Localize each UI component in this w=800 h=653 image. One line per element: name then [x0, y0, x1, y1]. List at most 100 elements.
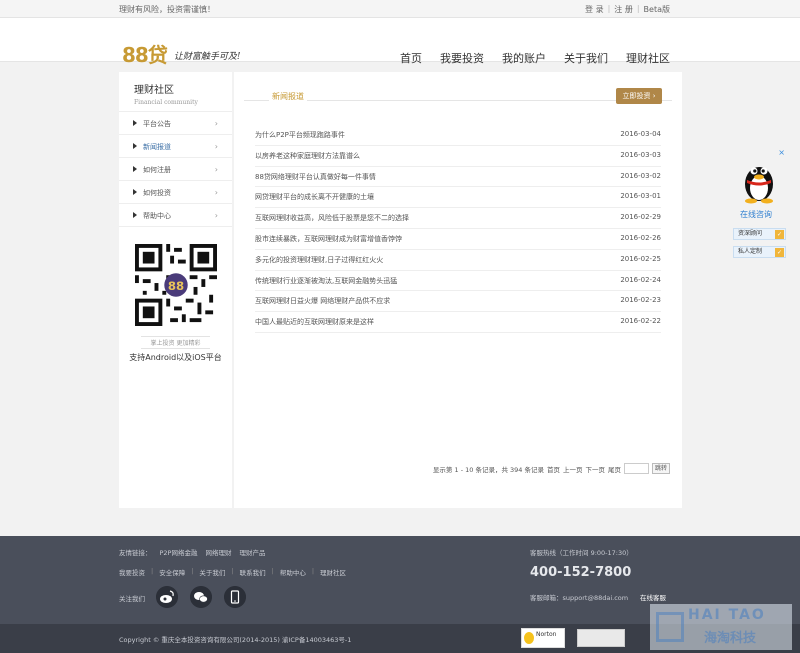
news-title[interactable]: 互联网理财日益火爆 网络理财产品供不应求 [255, 296, 390, 306]
pager-prev[interactable]: 上一页 [563, 464, 583, 474]
sidebar-subtitle: Financial community [134, 99, 198, 106]
news-title[interactable]: 网贷理财平台的成长离不开健康的土壤 [255, 192, 374, 202]
pager-first[interactable]: 首页 [547, 464, 560, 474]
sidebar-item-invest[interactable]: 如何投资 › [119, 181, 232, 204]
news-title[interactable]: 多元化的投资理财理财,日子过得红红火火 [255, 255, 383, 265]
check-icon: ✓ [775, 230, 784, 239]
news-title[interactable]: 88贷网络理财平台认真做好每一件事情 [255, 172, 376, 182]
content-panel: 新闻报道 立即投资 › 为什么P2P平台频现跑路事件 2016-03-04 以房养… [234, 72, 682, 508]
news-date: 2016-02-25 [620, 254, 661, 263]
news-date: 2016-02-29 [620, 213, 661, 222]
norton-check-icon [524, 632, 534, 644]
news-title[interactable]: 中国人最贴近的互联网理财原来是这样 [255, 317, 374, 327]
arrow-icon [133, 166, 137, 172]
sidebar-item-label: 如何投资 [143, 189, 171, 197]
online-service-link[interactable]: 在线客服 [640, 592, 666, 602]
service-email: 客服邮箱：support@88dai.com [530, 594, 629, 602]
senior-advisor-button[interactable]: 资深顾问 ✓ [733, 228, 786, 240]
sidebar-item-news[interactable]: 新闻报道 › [119, 135, 232, 158]
mobile-app-icon[interactable] [224, 586, 246, 608]
news-item[interactable]: 股市连续暴跌，互联网理财成为财富增值香饽饽 2016-02-26 [255, 229, 661, 250]
divider: | [231, 567, 234, 575]
news-item[interactable]: 以房养老这种家庭理财方法靠谱么 2016-03-03 [255, 146, 661, 167]
footer-link[interactable]: 关于我们 [199, 567, 225, 577]
news-item[interactable]: 网贷理财平台的成长离不开健康的土壤 2016-03-01 [255, 187, 661, 209]
norton-label: Norton [536, 631, 557, 638]
nav-account[interactable]: 我的账户 [502, 50, 546, 66]
nav-about[interactable]: 关于我们 [564, 50, 608, 66]
news-title[interactable]: 为什么P2P平台频现跑路事件 [255, 130, 345, 140]
sidebar-header: 理财社区 Financial community [119, 72, 232, 112]
news-title[interactable]: 传统理财行业逐渐被淘汰,互联网金融势头迅猛 [255, 276, 397, 286]
footer-links: 我要投资 | 安全保障 | 关于我们 | 联系我们 | 帮助中心 | 理财社区 [119, 567, 346, 577]
news-date: 2016-02-26 [620, 233, 661, 242]
friend-link[interactable]: P2P网络金融 [160, 547, 198, 557]
security-badge[interactable] [577, 629, 625, 647]
friend-link[interactable]: 网络理财 [205, 547, 231, 557]
logo-mark: 88贷 [122, 43, 168, 67]
nav-community[interactable]: 理财社区 [626, 50, 670, 66]
hotline-number: 400-152-7800 [530, 565, 632, 580]
footer-link[interactable]: 安全保障 [159, 567, 185, 577]
news-item[interactable]: 中国人最贴近的互联网理财原来是这样 2016-02-22 [255, 312, 661, 333]
footer-link[interactable]: 联系我们 [240, 567, 266, 577]
news-item[interactable]: 为什么P2P平台频现跑路事件 2016-03-04 [255, 125, 661, 146]
news-title[interactable]: 以房养老这种家庭理财方法靠谱么 [255, 151, 360, 161]
sidebar-item-label: 平台公告 [143, 120, 171, 128]
news-item[interactable]: 传统理财行业逐渐被淘汰,互联网金融势头迅猛 2016-02-24 [255, 271, 661, 292]
sidebar-item-help[interactable]: 帮助中心 › [119, 204, 232, 227]
friend-link[interactable]: 理财产品 [239, 547, 265, 557]
chevron-right-icon: › [214, 142, 218, 151]
chevron-right-icon: › [214, 211, 218, 220]
sidebar-title: 理财社区 [134, 85, 174, 96]
pager-go-button[interactable]: 跳转 [651, 463, 670, 474]
private-custom-button[interactable]: 私人定制 ✓ [733, 246, 786, 258]
close-icon[interactable]: × [778, 148, 785, 157]
register-link[interactable]: 注 册 [614, 4, 633, 15]
footer-link[interactable]: 帮助中心 [280, 567, 306, 577]
pager-last[interactable]: 尾页 [608, 464, 621, 474]
sidebar-item-register[interactable]: 如何注册 › [119, 158, 232, 181]
news-item[interactable]: 88贷网络理财平台认真做好每一件事情 2016-03-02 [255, 167, 661, 188]
sidebar: 理财社区 Financial community 平台公告 › 新闻报道 › 如何注… [119, 72, 232, 508]
news-item[interactable]: 互联网理财收益高，风险低于股票是您不二的选择 2016-02-29 [255, 208, 661, 229]
page-number-input[interactable] [623, 463, 649, 474]
news-date: 2016-02-24 [620, 275, 661, 284]
news-title[interactable]: 股市连续暴跌，互联网理财成为财富增值香饽饽 [255, 234, 402, 244]
news-item[interactable]: 互联网理财日益火爆 网络理财产品供不应求 2016-02-23 [255, 291, 661, 313]
watermark-text-cn: 海淘科技 [704, 631, 757, 646]
news-date: 2016-03-01 [620, 192, 661, 201]
copyright-text: Copyright © 重庆全本投资咨询有限公司(2014-2015) 渝ICP… [119, 636, 352, 644]
divider: | [636, 4, 640, 13]
nav-home[interactable]: 首页 [400, 50, 422, 66]
qr-code: 88 [135, 244, 217, 326]
news-date: 2016-03-04 [620, 130, 661, 138]
qq-penguin-icon[interactable] [741, 158, 777, 204]
norton-badge[interactable]: Norton [521, 628, 565, 648]
online-consult-label[interactable]: 在线咨询 [740, 209, 772, 220]
weibo-icon[interactable] [156, 586, 178, 608]
main-area: 理财社区 Financial community 平台公告 › 新闻报道 › 如何注… [119, 72, 682, 508]
invest-now-button[interactable]: 立即投资 › [616, 88, 662, 104]
news-date: 2016-03-03 [620, 150, 661, 159]
friend-links: 友情链接： P2P网络金融 网络理财 理财产品 [119, 547, 265, 557]
beta-link[interactable]: Beta版 [644, 4, 670, 15]
section-title: 新闻报道 [269, 91, 307, 102]
login-link[interactable]: 登 录 [585, 4, 604, 15]
nav-invest[interactable]: 我要投资 [440, 50, 484, 66]
news-date: 2016-03-02 [620, 171, 661, 180]
divider: | [311, 567, 315, 575]
wechat-icon[interactable] [190, 586, 212, 608]
chevron-right-icon: › [214, 119, 218, 128]
pager-next[interactable]: 下一页 [585, 464, 605, 474]
news-date: 2016-02-22 [620, 317, 661, 326]
news-title[interactable]: 互联网理财收益高，风险低于股票是您不二的选择 [255, 213, 409, 223]
news-item[interactable]: 多元化的投资理财理财,日子过得红红火火 2016-02-25 [255, 250, 661, 271]
footer-link[interactable]: 理财社区 [320, 567, 346, 577]
logo[interactable]: 88贷 让财富触手可及! [122, 45, 240, 65]
sidebar-item-label: 新闻报道 [143, 143, 171, 151]
footer-link[interactable]: 我要投资 [119, 567, 145, 577]
sidebar-item-announcements[interactable]: 平台公告 › [119, 112, 232, 135]
sidebar-item-label: 帮助中心 [143, 212, 171, 220]
chevron-right-icon: › [214, 188, 218, 197]
